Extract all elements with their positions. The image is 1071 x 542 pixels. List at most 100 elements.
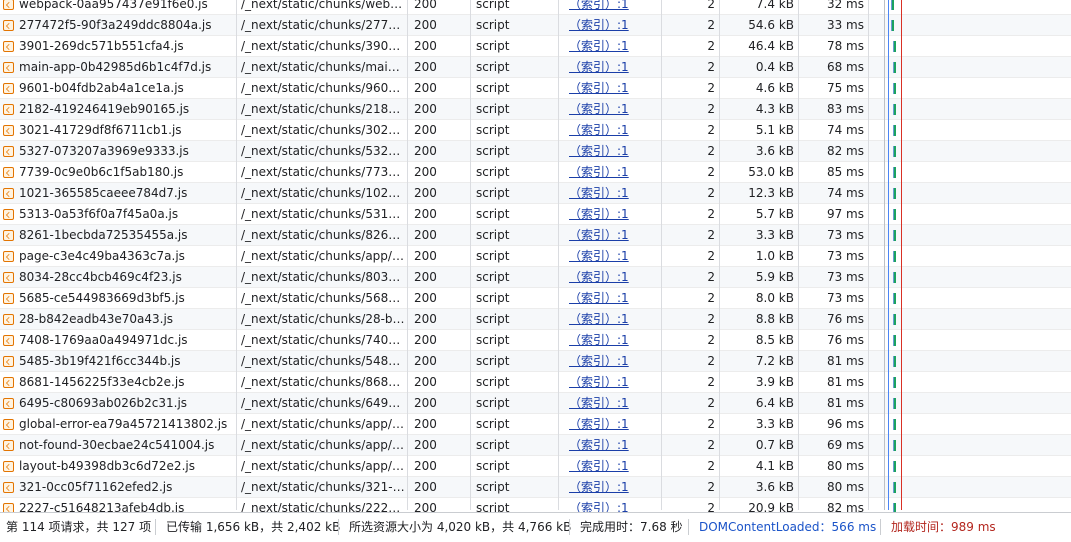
request-path[interactable]: /_next/static/chunks/main-app-0b42985d6b… — [237, 57, 407, 78]
request-name-cell[interactable]: 3901-269dc571b551cfa4.js — [0, 36, 236, 57]
request-path[interactable]: /_next/static/chunks/5685-ce544983669d3b… — [237, 288, 407, 309]
waterfall-cell[interactable] — [869, 57, 1071, 78]
initiator-link[interactable]: （索引）:1 — [559, 435, 661, 456]
waterfall-cell[interactable] — [869, 393, 1071, 414]
waterfall-cell[interactable] — [869, 204, 1071, 225]
waterfall-cell[interactable] — [869, 414, 1071, 435]
request-name-cell[interactable]: main-app-0b42985d6b1c4f7d.js — [0, 57, 236, 78]
request-path[interactable]: /_next/static/chunks/7739-0c9e0b6c1f5ab1… — [237, 162, 407, 183]
request-path[interactable]: /_next/static/chunks/5485-3b19f421f6cc34… — [237, 351, 407, 372]
request-name-cell[interactable]: 7408-1769aa0a494971dc.js — [0, 330, 236, 351]
request-path[interactable]: /_next/static/chunks/28-b842eadb43e70a43… — [237, 309, 407, 330]
initiator-link[interactable]: （索引）:1 — [559, 120, 661, 141]
table-row[interactable]: page-c3e4c49ba4363c7a.js /_next/static/ch… — [0, 246, 1071, 267]
column-divider[interactable] — [407, 0, 408, 510]
request-path[interactable]: /_next/static/chunks/1021-365585caeee784… — [237, 183, 407, 204]
waterfall-cell[interactable] — [869, 267, 1071, 288]
request-name-cell[interactable]: 321-0cc05f71162efed2.js — [0, 477, 236, 498]
initiator-link[interactable]: （索引）:1 — [559, 309, 661, 330]
column-divider[interactable] — [558, 0, 559, 510]
table-row[interactable]: 5685-ce544983669d3bf5.js /_next/static/ch… — [0, 288, 1071, 309]
table-row[interactable]: webpack-0aa957437e91f6e0.js /_next/static… — [0, 0, 1071, 15]
table-row[interactable]: 7739-0c9e0b6c1f5ab180.js /_next/static/ch… — [0, 162, 1071, 183]
waterfall-cell[interactable] — [869, 78, 1071, 99]
waterfall-cell[interactable] — [869, 309, 1071, 330]
request-name-cell[interactable]: 5327-073207a3969e9333.js — [0, 141, 236, 162]
request-path[interactable]: /_next/static/chunks/7408-1769aa0a494971… — [237, 330, 407, 351]
table-row[interactable]: not-found-30ecbae24c541004.js /_next/stat… — [0, 435, 1071, 456]
table-row[interactable]: 5485-3b19f421f6cc344b.js /_next/static/ch… — [0, 351, 1071, 372]
waterfall-cell[interactable] — [869, 141, 1071, 162]
initiator-link[interactable]: （索引）:1 — [559, 204, 661, 225]
request-name-cell[interactable]: 8034-28cc4bcb469c4f23.js — [0, 267, 236, 288]
initiator-link[interactable]: （索引）:1 — [559, 288, 661, 309]
initiator-link[interactable]: （索引）:1 — [559, 330, 661, 351]
initiator-link[interactable]: （索引）:1 — [559, 99, 661, 120]
request-path[interactable]: /_next/static/chunks/8261-1becbda7253545… — [237, 225, 407, 246]
request-path[interactable]: /_next/static/chunks/app/global-error-ea… — [237, 414, 407, 435]
table-row[interactable]: main-app-0b42985d6b1c4f7d.js /_next/stati… — [0, 57, 1071, 78]
table-row[interactable]: 8681-1456225f33e4cb2e.js /_next/static/ch… — [0, 372, 1071, 393]
initiator-link[interactable]: （索引）:1 — [559, 57, 661, 78]
initiator-link[interactable]: （索引）:1 — [559, 351, 661, 372]
table-row[interactable]: 5313-0a53f6f0a7f45a0a.js /_next/static/ch… — [0, 204, 1071, 225]
request-name-cell[interactable]: page-c3e4c49ba4363c7a.js — [0, 246, 236, 267]
table-row[interactable]: 2182-419246419eb90165.js /_next/static/ch… — [0, 99, 1071, 120]
request-path[interactable]: /_next/static/chunks/app/(...)/page-c3e4… — [237, 246, 407, 267]
request-name-cell[interactable]: layout-b49398db3c6d72e2.js — [0, 456, 236, 477]
table-row[interactable]: 6495-c80693ab026b2c31.js /_next/static/ch… — [0, 393, 1071, 414]
table-row[interactable]: 3901-269dc571b551cfa4.js /_next/static/ch… — [0, 36, 1071, 57]
table-row[interactable]: 8034-28cc4bcb469c4f23.js /_next/static/ch… — [0, 267, 1071, 288]
request-path[interactable]: /_next/static/chunks/app/layout-b49398db… — [237, 456, 407, 477]
initiator-link[interactable]: （索引）:1 — [559, 15, 661, 36]
initiator-link[interactable]: （索引）:1 — [559, 372, 661, 393]
initiator-link[interactable]: （索引）:1 — [559, 477, 661, 498]
table-row[interactable]: 28-b842eadb43e70a43.js /_next/static/chun… — [0, 309, 1071, 330]
request-name-cell[interactable]: 28-b842eadb43e70a43.js — [0, 309, 236, 330]
request-name-cell[interactable]: 3021-41729df8f6711cb1.js — [0, 120, 236, 141]
waterfall-cell[interactable] — [869, 36, 1071, 57]
initiator-link[interactable]: （索引）:1 — [559, 267, 661, 288]
waterfall-cell[interactable] — [869, 330, 1071, 351]
waterfall-cell[interactable] — [869, 456, 1071, 477]
waterfall-cell[interactable] — [869, 246, 1071, 267]
request-path[interactable]: /_next/static/chunks/8681-1456225f33e4cb… — [237, 372, 407, 393]
waterfall-cell[interactable] — [869, 162, 1071, 183]
initiator-link[interactable]: （索引）:1 — [559, 162, 661, 183]
table-row[interactable]: 8261-1becbda72535455a.js /_next/static/ch… — [0, 225, 1071, 246]
initiator-link[interactable]: （索引）:1 — [559, 246, 661, 267]
request-path[interactable]: /_next/static/chunks/2182-419246419eb901… — [237, 99, 407, 120]
column-divider[interactable] — [868, 0, 869, 510]
waterfall-cell[interactable] — [869, 99, 1071, 120]
waterfall-cell[interactable] — [869, 225, 1071, 246]
request-name-cell[interactable]: 7739-0c9e0b6c1f5ab180.js — [0, 162, 236, 183]
table-row[interactable]: 277472f5-90f3a249ddc8804a.js /_next/stati… — [0, 15, 1071, 36]
initiator-link[interactable]: （索引）:1 — [559, 456, 661, 477]
request-name-cell[interactable]: 9601-b04fdb2ab4a1ce1a.js — [0, 78, 236, 99]
request-path[interactable]: /_next/static/chunks/5327-073207a3969e93… — [237, 141, 407, 162]
request-path[interactable]: /_next/static/chunks/321-0cc05f71162efed… — [237, 477, 407, 498]
column-divider[interactable] — [798, 0, 799, 510]
request-name-cell[interactable]: not-found-30ecbae24c541004.js — [0, 435, 236, 456]
initiator-link[interactable]: （索引）:1 — [559, 393, 661, 414]
initiator-link[interactable]: （索引）:1 — [559, 0, 661, 15]
table-row[interactable]: 321-0cc05f71162efed2.js /_next/static/chu… — [0, 477, 1071, 498]
table-row[interactable]: 1021-365585caeee784d7.js /_next/static/ch… — [0, 183, 1071, 204]
request-name-cell[interactable]: 5685-ce544983669d3bf5.js — [0, 288, 236, 309]
waterfall-cell[interactable] — [869, 288, 1071, 309]
request-path[interactable]: /_next/static/chunks/277472f5-90f3a249dd… — [237, 15, 407, 36]
initiator-link[interactable]: （索引）:1 — [559, 78, 661, 99]
request-path[interactable]: /_next/static/chunks/5313-0a53f6f0a7f45a… — [237, 204, 407, 225]
table-row[interactable]: 3021-41729df8f6711cb1.js /_next/static/ch… — [0, 120, 1071, 141]
waterfall-cell[interactable] — [869, 477, 1071, 498]
waterfall-cell[interactable] — [869, 15, 1071, 36]
waterfall-cell[interactable] — [869, 183, 1071, 204]
waterfall-cell[interactable] — [869, 372, 1071, 393]
request-name-cell[interactable]: 1021-365585caeee784d7.js — [0, 183, 236, 204]
initiator-link[interactable]: （索引）:1 — [559, 36, 661, 57]
initiator-link[interactable]: （索引）:1 — [559, 225, 661, 246]
request-path[interactable]: /_next/static/chunks/8034-28cc4bcb469c4f… — [237, 267, 407, 288]
waterfall-cell[interactable] — [869, 435, 1071, 456]
request-path[interactable]: /_next/static/chunks/app/not-found-30ecb… — [237, 435, 407, 456]
initiator-link[interactable]: （索引）:1 — [559, 414, 661, 435]
